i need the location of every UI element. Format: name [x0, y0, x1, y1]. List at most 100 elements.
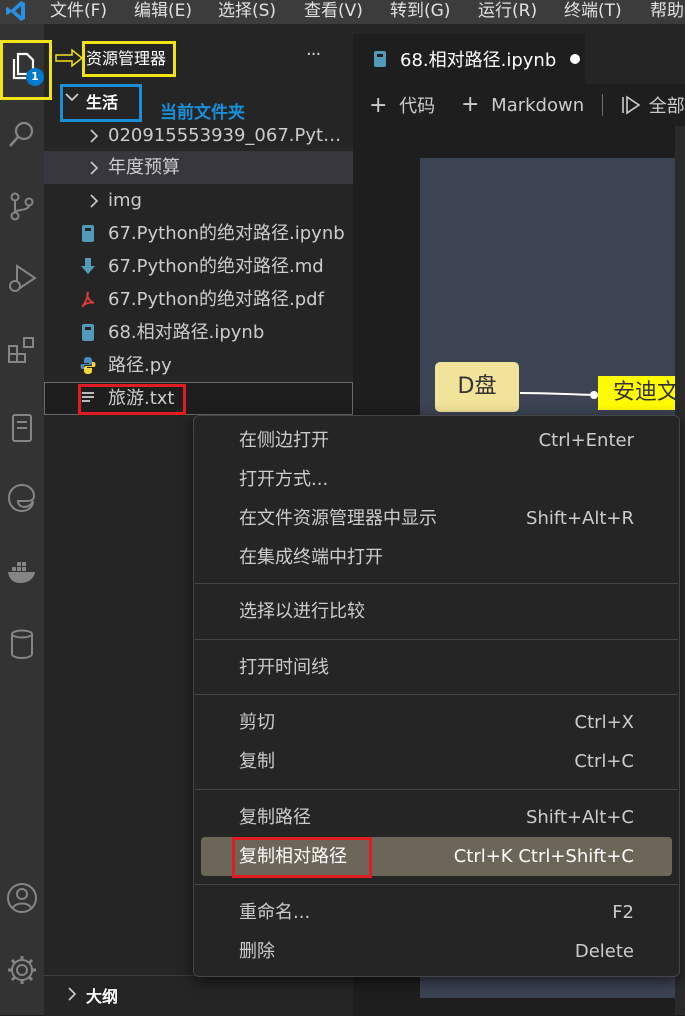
run-debug-activity[interactable]	[0, 256, 44, 300]
extensions-icon	[8, 337, 34, 363]
tree-item-label: 年度预算	[108, 157, 180, 178]
chevron-right-icon	[88, 151, 100, 186]
outline-section[interactable]: 大纲	[44, 975, 353, 1016]
settings-activity[interactable]	[0, 948, 44, 992]
shortcut-label: Shift+Alt+C	[525, 807, 634, 828]
menu-item-open-in-terminal[interactable]: 在集成终端中打开	[194, 538, 679, 577]
pdf-file-icon	[81, 291, 95, 308]
menu-selection[interactable]: 选择(S)	[218, 0, 276, 24]
shortcut-label: Ctrl+Enter	[538, 430, 634, 451]
run-all-button[interactable]: 全部	[621, 92, 685, 118]
tree-item-folder[interactable]: img	[44, 184, 353, 217]
menu-go[interactable]: 转到(G)	[390, 0, 450, 24]
menu-file[interactable]: 文件(F)	[50, 0, 107, 24]
tree-item-file[interactable]: 68.相对路径.ipynb	[44, 316, 353, 349]
tree-item-label: 67.Python的绝对路径.pdf	[108, 289, 324, 310]
file-highlight	[78, 384, 186, 415]
tree-item-file[interactable]: 67.Python的绝对路径.md	[44, 250, 353, 283]
plus-icon: +	[369, 93, 388, 118]
notebook-file-icon	[374, 51, 386, 67]
menu-item-cut[interactable]: 剪切 Ctrl+X	[194, 703, 679, 742]
account-icon	[7, 883, 37, 913]
copy-relative-path-highlight	[232, 837, 372, 878]
chevron-right-icon	[66, 986, 78, 1007]
tab-notebook[interactable]: 68.相对路径.ipynb	[353, 34, 585, 84]
menu-separator	[195, 583, 678, 584]
notebook-file-icon	[82, 324, 94, 341]
menu-separator	[195, 639, 678, 640]
menu-view[interactable]: 查看(V)	[304, 0, 363, 24]
tree-item-file[interactable]: 67.Python的绝对路径.pdf	[44, 283, 353, 316]
docker-activity[interactable]	[0, 550, 44, 594]
chevron-right-icon	[88, 119, 100, 154]
extensions-activity[interactable]	[0, 328, 44, 372]
toolbar-divider	[602, 94, 603, 116]
plus-icon: +	[461, 92, 480, 117]
source-control-activity[interactable]	[0, 184, 44, 228]
menu-item-delete[interactable]: 删除 Delete	[194, 932, 679, 971]
notebook-toolbar: + 代码 + Markdown 全部	[353, 84, 685, 126]
unsaved-dot-icon[interactable]	[570, 54, 580, 64]
run-all-icon	[622, 95, 641, 115]
menu-separator	[195, 694, 678, 695]
docker-icon	[8, 562, 35, 583]
source-control-icon	[10, 192, 34, 221]
tree-item-label: 67.Python的绝对路径.ipynb	[108, 223, 345, 244]
menu-item-reveal-in-explorer[interactable]: 在文件资源管理器中显示 Shift+Alt+R	[194, 499, 679, 538]
menu-item-open-with[interactable]: 打开方式...	[194, 460, 679, 499]
tree-item-file[interactable]: 路径.py	[44, 349, 353, 382]
tree-item-label: 67.Python的绝对路径.md	[108, 256, 324, 277]
gear-icon	[8, 956, 36, 984]
more-actions-button[interactable]: ···	[306, 44, 321, 65]
notebook-activity[interactable]	[0, 406, 44, 450]
menu-edit[interactable]: 编辑(E)	[134, 0, 192, 24]
mindmap-node-d[interactable]: D盘	[435, 362, 519, 412]
menu-terminal[interactable]: 终端(T)	[564, 0, 622, 24]
tree-item-folder[interactable]: 020915553939_067.Pytho...	[44, 119, 353, 152]
tree-item-label: 020915553939_067.Pytho...	[108, 125, 348, 146]
shortcut-label: F2	[612, 902, 634, 923]
menu-item-select-for-compare[interactable]: 选择以进行比较	[194, 592, 679, 631]
chevron-right-icon	[88, 184, 100, 219]
search-activity[interactable]	[0, 113, 44, 157]
menu-separator	[195, 789, 678, 790]
tree-item-file[interactable]: 67.Python的绝对路径.ipynb	[44, 217, 353, 250]
menu-item-rename[interactable]: 重命名... F2	[194, 893, 679, 932]
menu-item-open-to-side[interactable]: 在侧边打开 Ctrl+Enter	[194, 421, 679, 460]
activity-bar: 1	[0, 24, 44, 1015]
mindmap-connector	[520, 391, 598, 399]
shortcut-label: Ctrl+K Ctrl+Shift+C	[453, 846, 634, 867]
menu-item-copy[interactable]: 复制 Ctrl+C	[194, 742, 679, 781]
edge-browser-icon	[7, 483, 36, 513]
shortcut-label: Ctrl+C	[574, 751, 634, 772]
outline-label: 大纲	[86, 987, 119, 1006]
database-activity[interactable]	[0, 622, 44, 666]
search-icon	[9, 121, 34, 147]
menu-run[interactable]: 运行(R)	[478, 0, 537, 24]
accounts-activity[interactable]	[0, 876, 44, 920]
database-icon	[11, 629, 33, 660]
notebook-icon	[12, 414, 32, 442]
tab-title: 68.相对路径.ipynb	[400, 50, 557, 71]
add-code-button[interactable]: + 代码	[369, 92, 435, 118]
menu-item-open-timeline[interactable]: 打开时间线	[194, 648, 679, 687]
markdown-file-icon	[81, 258, 95, 274]
shortcut-label: Shift+Alt+R	[526, 508, 634, 529]
mindmap-node-andy[interactable]: 安迪文	[598, 376, 685, 410]
tree-item-label: img	[108, 190, 142, 211]
folder-highlight	[60, 84, 142, 122]
menu-help[interactable]: 帮助	[650, 0, 684, 24]
explorer-title-highlight	[82, 41, 176, 77]
shortcut-label: Ctrl+X	[574, 712, 634, 733]
tree-item-label: 路径.py	[108, 355, 172, 376]
explorer-icon-highlight	[0, 40, 52, 100]
menu-item-copy-path[interactable]: 复制路径 Shift+Alt+C	[194, 798, 679, 837]
notebook-file-icon	[82, 225, 94, 242]
add-markdown-button[interactable]: + Markdown	[461, 92, 584, 117]
edge-activity[interactable]	[0, 476, 44, 520]
tree-item-folder[interactable]: 年度预算	[44, 151, 353, 184]
shortcut-label: Delete	[574, 941, 634, 962]
vscode-logo-icon	[6, 1, 25, 21]
annotation-arrow	[55, 47, 84, 69]
context-menu: 在侧边打开 Ctrl+Enter 打开方式... 在文件资源管理器中显示 Shift…	[193, 415, 680, 977]
